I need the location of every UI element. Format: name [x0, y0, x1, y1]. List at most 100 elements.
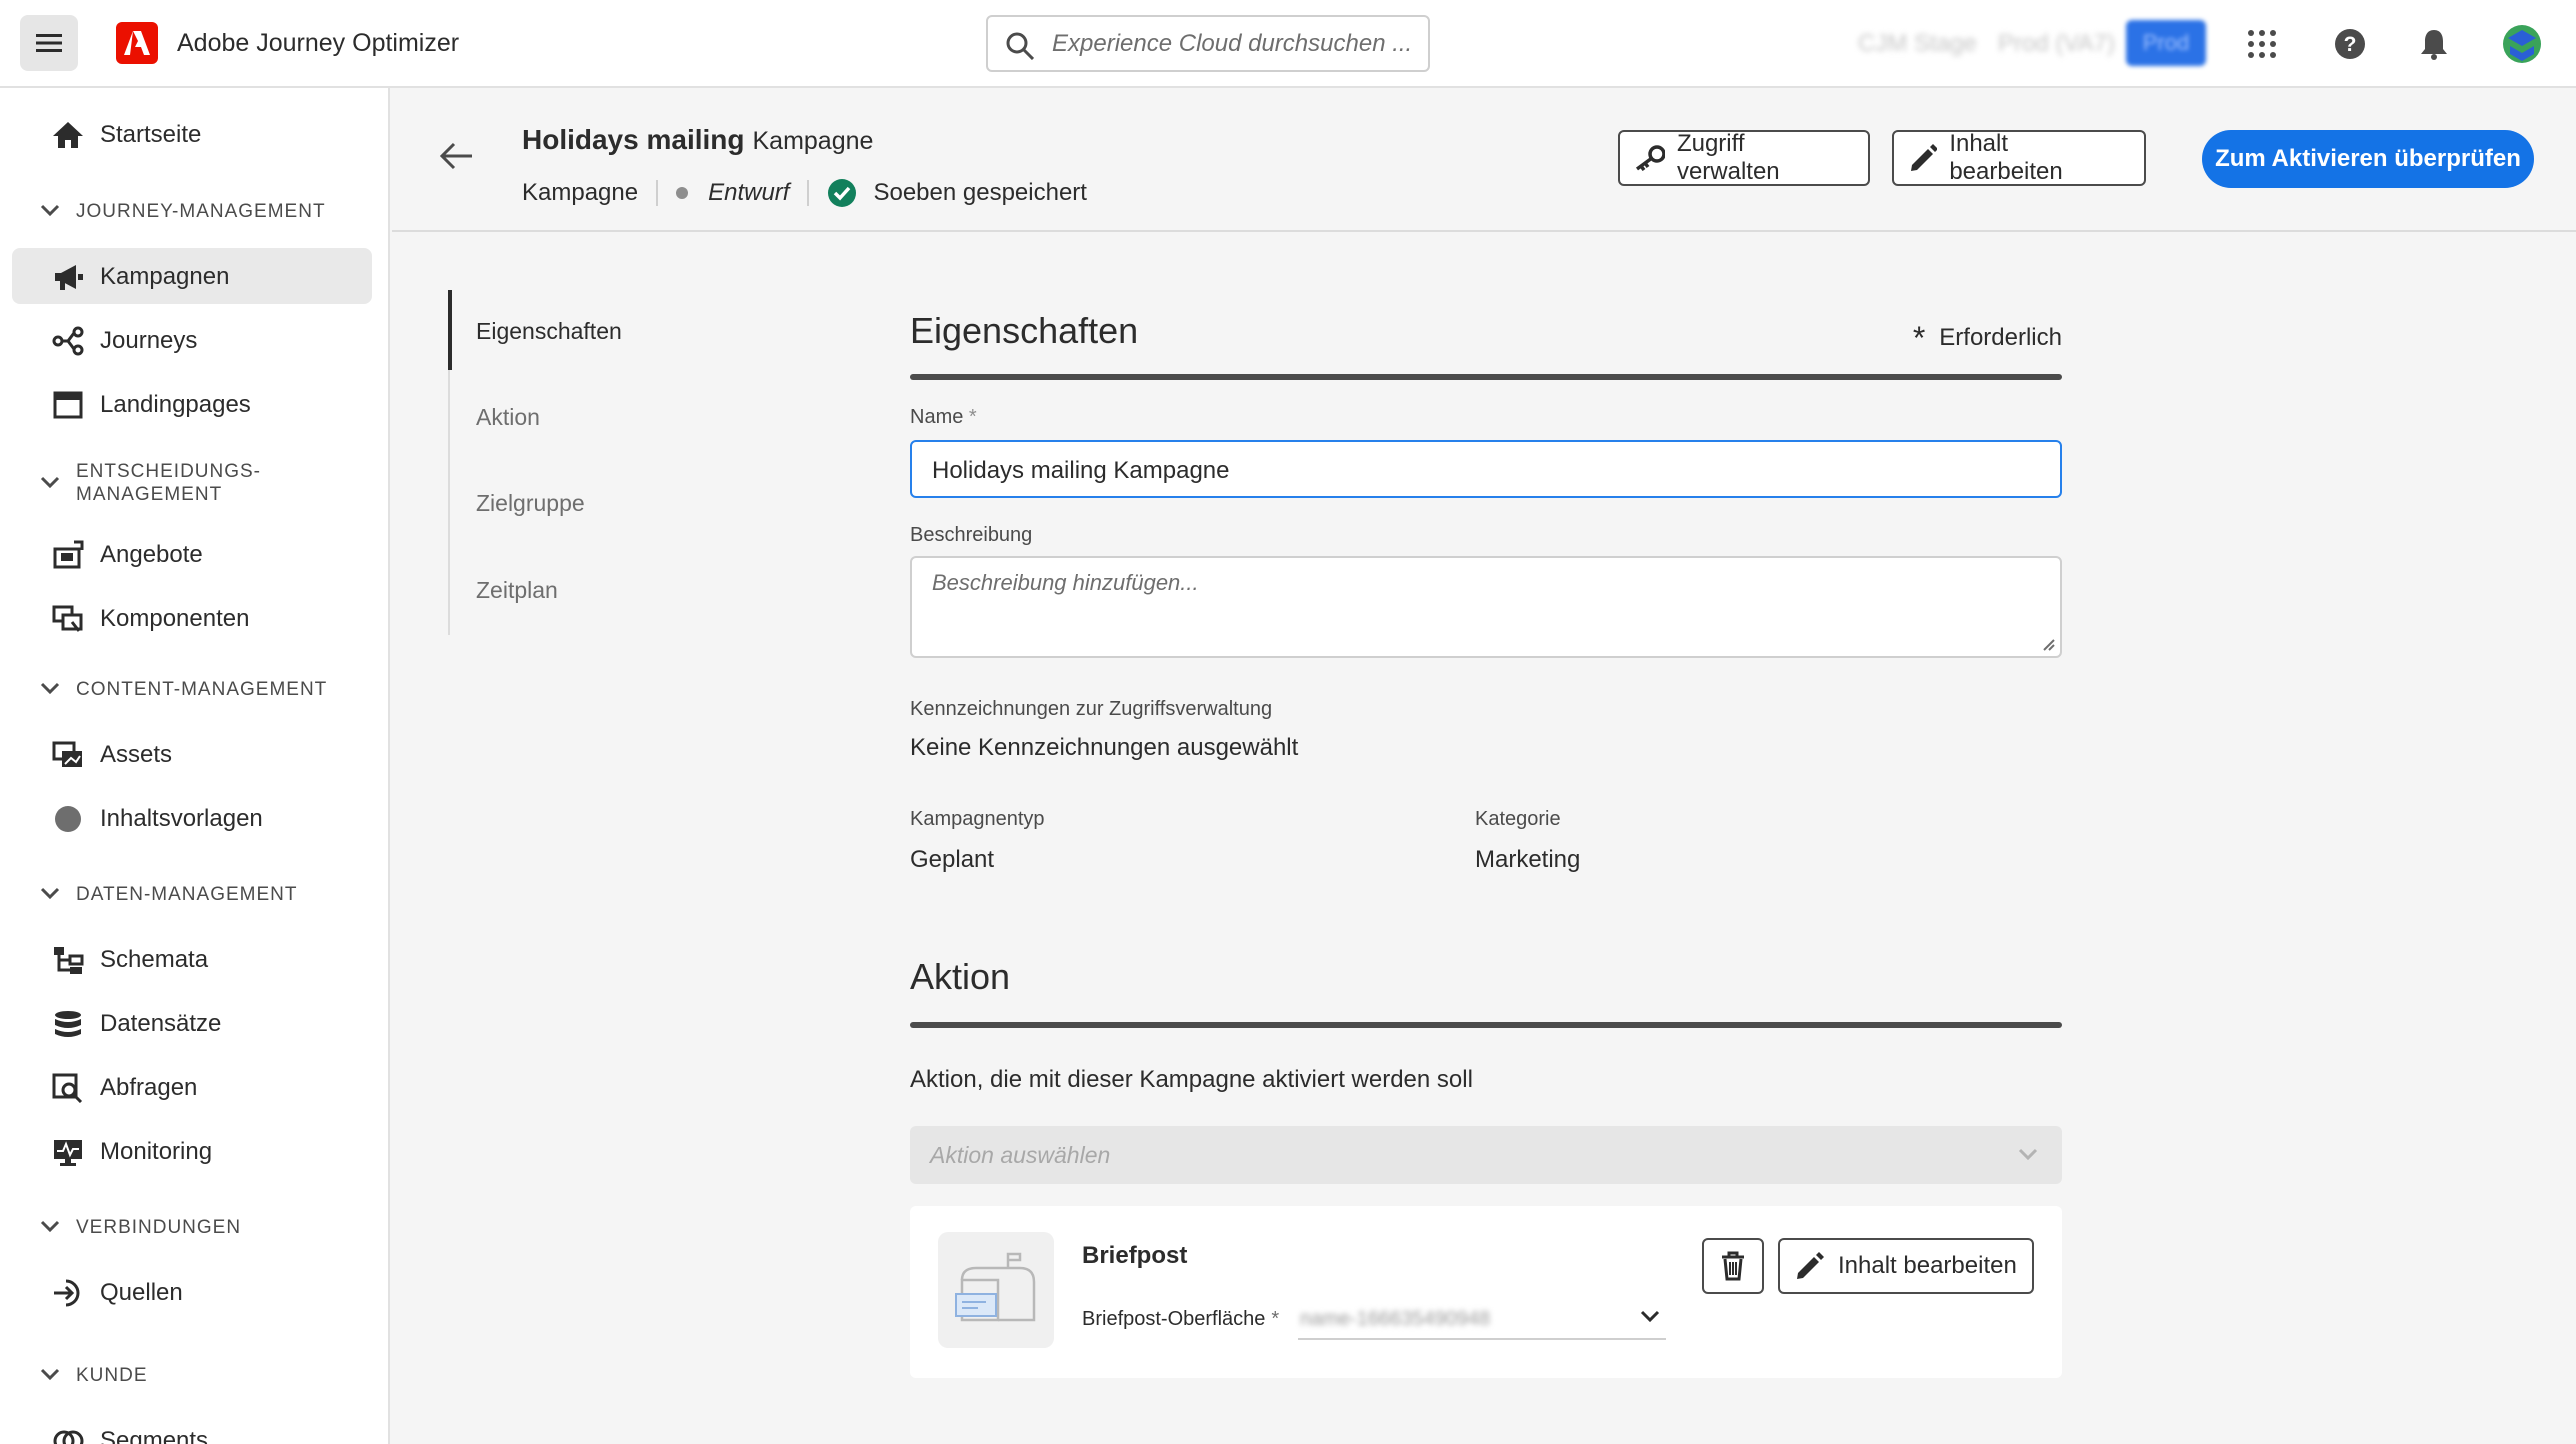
sources-icon — [54, 1279, 80, 1307]
channel-card: Briefpost Briefpost-Oberfläche * name-166… — [910, 1206, 2062, 1378]
nav-item-assets[interactable]: Assets — [12, 726, 372, 782]
top-bar: Adobe Journey Optimizer CJM Stage Prod (… — [0, 0, 2576, 88]
nav-item-campaigns[interactable]: Kampagnen — [12, 248, 372, 304]
search-box[interactable] — [986, 15, 1430, 72]
nav-item-sources[interactable]: Quellen — [12, 1264, 372, 1320]
nav-item-label: Landingpages — [100, 391, 251, 418]
nav-item-label: Kampagnen — [100, 263, 230, 290]
action-select[interactable]: Aktion auswählen — [910, 1126, 2062, 1184]
nav-item-landingpages[interactable]: Landingpages — [12, 376, 372, 432]
chevron-down-icon — [40, 1368, 60, 1381]
manage-access-button[interactable]: Zugriff verwalten — [1618, 130, 1870, 186]
monitoring-icon — [54, 1140, 82, 1166]
section-title: CONTENT-MANAGEMENT — [76, 679, 328, 700]
edit-content-button[interactable]: Inhalt bearbeiten — [1892, 130, 2146, 186]
apps-grid-button[interactable] — [2240, 22, 2284, 66]
sandbox-switcher[interactable]: Prod (VA7) — [1998, 30, 2115, 58]
offers-icon — [53, 540, 84, 569]
divider — [656, 180, 659, 206]
arrow-left-icon — [440, 142, 472, 170]
name-field[interactable] — [910, 440, 2062, 498]
surface-picker[interactable]: name-166635490948 — [1298, 1302, 1666, 1340]
nav-item-label: Assets — [100, 741, 173, 768]
search-input[interactable] — [1052, 27, 1412, 61]
asterisk-icon: * — [1912, 320, 1926, 356]
nav-item-queries[interactable]: Abfragen — [12, 1059, 372, 1115]
campaign-meta: Kampagne Entwurf Soeben gespeichert — [522, 178, 1087, 208]
delete-action-button[interactable] — [1702, 1238, 1764, 1294]
campaign-header: Holidays mailing Kampagne Kampagne Entwur… — [392, 88, 2576, 232]
assets-icon — [52, 741, 82, 767]
section-navigation: Eigenschaften Aktion Zielgruppe Zeitplan — [448, 290, 648, 635]
description-field[interactable] — [910, 556, 2062, 658]
help-button[interactable]: ? — [2328, 22, 2372, 66]
status-badge: Entwurf — [708, 179, 790, 206]
left-navigation: Startseite JOURNEY-MANAGEMENT Kampagnen … — [0, 88, 390, 1444]
description-input[interactable] — [932, 570, 2032, 646]
anchor-action[interactable]: Aktion — [476, 404, 540, 431]
nav-item-monitoring[interactable]: Monitoring — [12, 1123, 372, 1179]
required-legend: * Erforderlich — [1912, 320, 2062, 356]
nav-item-label: Angebote — [100, 541, 203, 568]
access-labels-value: Keine Kennzeichnungen ausgewählt — [910, 734, 1299, 761]
review-to-activate-button[interactable]: Zum Aktivieren überprüfen — [2202, 130, 2534, 188]
direct-mail-thumbnail — [938, 1232, 1054, 1348]
schema-icon — [54, 947, 84, 974]
adobe-logo[interactable] — [116, 22, 158, 64]
menu-icon — [36, 34, 62, 52]
mailbox-icon — [955, 1252, 1036, 1322]
nav-item-datasets[interactable]: Datensätze — [12, 995, 372, 1051]
chevron-down-icon — [40, 887, 60, 900]
properties-heading: Eigenschaften — [910, 310, 1139, 351]
name-input[interactable] — [932, 454, 2032, 488]
nav-item-offers[interactable]: Angebote — [12, 526, 372, 582]
nav-item-label: Segments — [100, 1427, 209, 1444]
home-icon — [53, 122, 83, 148]
surface-label: Briefpost-Oberfläche * — [1082, 1308, 1280, 1330]
name-label: Name * — [910, 406, 977, 428]
nav-item-schemas[interactable]: Schemata — [12, 931, 372, 987]
nav-item-segments[interactable]: Segments — [12, 1412, 372, 1444]
anchor-audience[interactable]: Zielgruppe — [476, 490, 585, 517]
nav-item-content-templates[interactable]: Inhaltsvorlagen — [12, 790, 372, 846]
query-icon — [52, 1073, 83, 1103]
section-divider — [910, 1022, 2062, 1028]
resize-handle-icon[interactable] — [2040, 636, 2056, 652]
app-name[interactable]: Adobe Journey Optimizer — [177, 29, 459, 58]
nav-item-home[interactable]: Startseite — [12, 106, 372, 162]
section-title: VERBINDUNGEN — [76, 1217, 242, 1238]
nav-item-label: Quellen — [100, 1279, 183, 1306]
environment-badge[interactable]: Prod — [2126, 20, 2206, 66]
chevron-down-icon — [40, 476, 60, 489]
back-button[interactable] — [440, 142, 474, 170]
button-label: Inhalt bearbeiten — [1838, 1252, 2017, 1279]
nav-item-label: Monitoring — [100, 1138, 213, 1165]
anchor-properties[interactable]: Eigenschaften — [476, 318, 622, 345]
nav-item-label: Journeys — [100, 327, 198, 354]
segments-icon — [53, 1430, 84, 1444]
notifications-button[interactable] — [2412, 22, 2456, 66]
category-label: Kategorie — [1475, 808, 1561, 830]
journey-icon — [52, 326, 84, 356]
nav-item-journeys[interactable]: Journeys — [12, 312, 372, 368]
hamburger-menu-button[interactable] — [20, 15, 78, 71]
divider — [807, 180, 810, 206]
section-title: KUNDE — [76, 1365, 148, 1386]
saved-status: Soeben gespeichert — [873, 179, 1087, 206]
campaign-type-label: Kampagnentyp — [910, 808, 1045, 830]
nav-item-components[interactable]: Komponenten — [12, 590, 372, 646]
action-description: Aktion, die mit dieser Kampagne aktivier… — [910, 1066, 1473, 1093]
components-icon — [52, 605, 83, 632]
landing-page-icon — [53, 391, 83, 419]
megaphone-icon — [55, 265, 83, 290]
bell-icon — [2421, 30, 2447, 60]
anchor-schedule[interactable]: Zeitplan — [476, 577, 558, 604]
card-edit-content-button[interactable]: Inhalt bearbeiten — [1778, 1238, 2034, 1294]
section-title: ENTSCHEIDUNGS- MANAGEMENT — [76, 461, 262, 505]
nav-item-label: Abfragen — [100, 1074, 198, 1101]
action-heading: Aktion — [910, 956, 1011, 997]
org-switcher[interactable]: CJM Stage — [1858, 30, 1977, 58]
channel-title: Briefpost — [1082, 1242, 1188, 1269]
campaign-name-suffix: Kampagne — [752, 127, 874, 155]
user-avatar[interactable] — [2500, 22, 2544, 66]
